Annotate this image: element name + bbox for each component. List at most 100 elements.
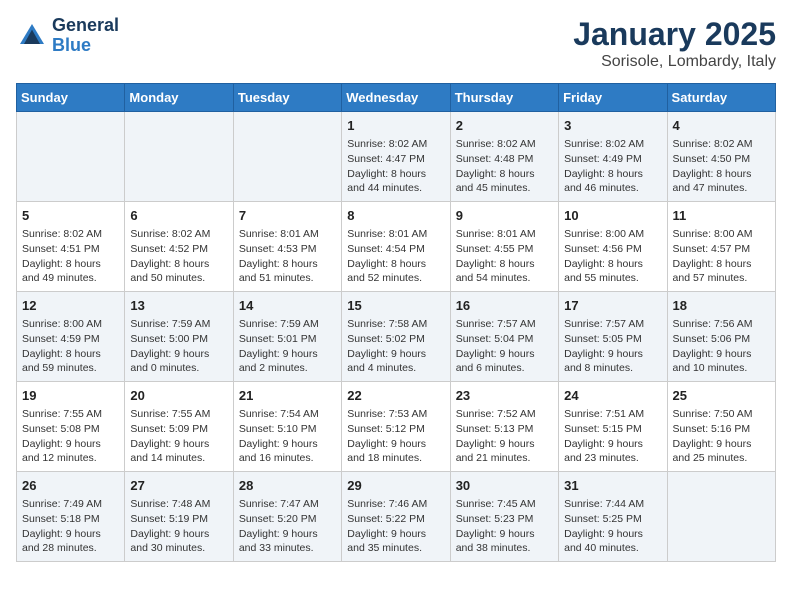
weekday-header-monday: Monday xyxy=(125,84,233,112)
day-number: 23 xyxy=(456,387,553,405)
day-info: Sunrise: 8:02 AM Sunset: 4:50 PM Dayligh… xyxy=(673,137,770,196)
calendar-week-row: 19Sunrise: 7:55 AM Sunset: 5:08 PM Dayli… xyxy=(17,382,776,472)
calendar-cell: 30 Sunrise: 7:45 AM Sunset: 5:23 PM Dayli… xyxy=(450,472,558,562)
weekday-header-tuesday: Tuesday xyxy=(233,84,341,112)
day-info: Sunrise: 8:01 AM Sunset: 4:54 PM Dayligh… xyxy=(347,227,444,286)
calendar-cell: 23 Sunrise: 7:52 AM Sunset: 5:13 PM Dayli… xyxy=(450,382,558,472)
calendar-table: SundayMondayTuesdayWednesdayThursdayFrid… xyxy=(16,83,776,562)
calendar-cell: 24Sunrise: 7:51 AM Sunset: 5:15 PM Dayli… xyxy=(559,382,667,472)
day-number: 30 xyxy=(456,477,553,495)
calendar-cell: 4Sunrise: 8:02 AM Sunset: 4:50 PM Daylig… xyxy=(667,112,775,202)
calendar-cell: 9 Sunrise: 8:01 AM Sunset: 4:55 PM Daylig… xyxy=(450,202,558,292)
calendar-cell: 13Sunrise: 7:59 AM Sunset: 5:00 PM Dayli… xyxy=(125,292,233,382)
calendar-cell: 25 Sunrise: 7:50 AM Sunset: 5:16 PM Dayli… xyxy=(667,382,775,472)
calendar-week-row: 1Sunrise: 8:02 AM Sunset: 4:47 PM Daylig… xyxy=(17,112,776,202)
day-number: 31 xyxy=(564,477,661,495)
weekday-header-sunday: Sunday xyxy=(17,84,125,112)
day-number: 19 xyxy=(22,387,119,405)
day-info: Sunrise: 8:02 AM Sunset: 4:52 PM Dayligh… xyxy=(130,227,227,286)
calendar-cell: 21 Sunrise: 7:54 AM Sunset: 5:10 PM Dayli… xyxy=(233,382,341,472)
day-number: 5 xyxy=(22,207,119,225)
calendar-cell: 10 Sunrise: 8:00 AM Sunset: 4:56 PM Dayli… xyxy=(559,202,667,292)
day-number: 12 xyxy=(22,297,119,315)
day-info: Sunrise: 7:46 AM Sunset: 5:22 PM Dayligh… xyxy=(347,497,444,556)
day-info: Sunrise: 7:50 AM Sunset: 5:16 PM Dayligh… xyxy=(673,407,770,466)
day-number: 9 xyxy=(456,207,553,225)
day-number: 28 xyxy=(239,477,336,495)
calendar-cell xyxy=(233,112,341,202)
day-info: Sunrise: 8:00 AM Sunset: 4:57 PM Dayligh… xyxy=(673,227,770,286)
weekday-header-saturday: Saturday xyxy=(667,84,775,112)
calendar-week-row: 5 Sunrise: 8:02 AM Sunset: 4:51 PM Daylig… xyxy=(17,202,776,292)
day-number: 17 xyxy=(564,297,661,315)
day-info: Sunrise: 8:02 AM Sunset: 4:48 PM Dayligh… xyxy=(456,137,553,196)
day-number: 21 xyxy=(239,387,336,405)
day-number: 6 xyxy=(130,207,227,225)
day-number: 11 xyxy=(673,207,770,225)
calendar-cell xyxy=(17,112,125,202)
day-number: 25 xyxy=(673,387,770,405)
day-number: 14 xyxy=(239,297,336,315)
calendar-cell xyxy=(125,112,233,202)
day-number: 13 xyxy=(130,297,227,315)
calendar-title: January 2025 xyxy=(573,16,776,53)
weekday-header-thursday: Thursday xyxy=(450,84,558,112)
day-info: Sunrise: 7:44 AM Sunset: 5:25 PM Dayligh… xyxy=(564,497,661,556)
day-info: Sunrise: 8:01 AM Sunset: 4:53 PM Dayligh… xyxy=(239,227,336,286)
weekday-header-wednesday: Wednesday xyxy=(342,84,450,112)
day-info: Sunrise: 7:52 AM Sunset: 5:13 PM Dayligh… xyxy=(456,407,553,466)
day-number: 10 xyxy=(564,207,661,225)
calendar-cell: 17Sunrise: 7:57 AM Sunset: 5:05 PM Dayli… xyxy=(559,292,667,382)
calendar-cell: 16Sunrise: 7:57 AM Sunset: 5:04 PM Dayli… xyxy=(450,292,558,382)
calendar-cell: 7 Sunrise: 8:01 AM Sunset: 4:53 PM Daylig… xyxy=(233,202,341,292)
day-number: 2 xyxy=(456,117,553,135)
weekday-header-friday: Friday xyxy=(559,84,667,112)
day-info: Sunrise: 8:00 AM Sunset: 4:59 PM Dayligh… xyxy=(22,317,119,376)
title-block: January 2025 Sorisole, Lombardy, Italy xyxy=(573,16,776,71)
day-number: 26 xyxy=(22,477,119,495)
calendar-cell: 2 Sunrise: 8:02 AM Sunset: 4:48 PM Daylig… xyxy=(450,112,558,202)
weekday-header-row: SundayMondayTuesdayWednesdayThursdayFrid… xyxy=(17,84,776,112)
calendar-cell xyxy=(667,472,775,562)
calendar-cell: 28Sunrise: 7:47 AM Sunset: 5:20 PM Dayli… xyxy=(233,472,341,562)
calendar-week-row: 12 Sunrise: 8:00 AM Sunset: 4:59 PM Dayli… xyxy=(17,292,776,382)
calendar-cell: 26 Sunrise: 7:49 AM Sunset: 5:18 PM Dayli… xyxy=(17,472,125,562)
day-number: 22 xyxy=(347,387,444,405)
calendar-subtitle: Sorisole, Lombardy, Italy xyxy=(573,53,776,71)
day-info: Sunrise: 7:54 AM Sunset: 5:10 PM Dayligh… xyxy=(239,407,336,466)
day-number: 24 xyxy=(564,387,661,405)
calendar-cell: 20 Sunrise: 7:55 AM Sunset: 5:09 PM Dayli… xyxy=(125,382,233,472)
calendar-cell: 14 Sunrise: 7:59 AM Sunset: 5:01 PM Dayli… xyxy=(233,292,341,382)
day-info: Sunrise: 7:48 AM Sunset: 5:19 PM Dayligh… xyxy=(130,497,227,556)
calendar-cell: 3 Sunrise: 8:02 AM Sunset: 4:49 PM Daylig… xyxy=(559,112,667,202)
logo: General Blue xyxy=(16,16,119,56)
day-number: 7 xyxy=(239,207,336,225)
logo-icon xyxy=(16,20,48,52)
day-info: Sunrise: 8:02 AM Sunset: 4:51 PM Dayligh… xyxy=(22,227,119,286)
calendar-cell: 6 Sunrise: 8:02 AM Sunset: 4:52 PM Daylig… xyxy=(125,202,233,292)
day-info: Sunrise: 8:01 AM Sunset: 4:55 PM Dayligh… xyxy=(456,227,553,286)
day-info: Sunrise: 7:53 AM Sunset: 5:12 PM Dayligh… xyxy=(347,407,444,466)
day-number: 29 xyxy=(347,477,444,495)
day-info: Sunrise: 8:02 AM Sunset: 4:49 PM Dayligh… xyxy=(564,137,661,196)
logo-line1: General xyxy=(52,16,119,36)
day-number: 3 xyxy=(564,117,661,135)
calendar-cell: 8Sunrise: 8:01 AM Sunset: 4:54 PM Daylig… xyxy=(342,202,450,292)
calendar-week-row: 26 Sunrise: 7:49 AM Sunset: 5:18 PM Dayli… xyxy=(17,472,776,562)
calendar-cell: 29 Sunrise: 7:46 AM Sunset: 5:22 PM Dayli… xyxy=(342,472,450,562)
day-number: 16 xyxy=(456,297,553,315)
day-info: Sunrise: 7:45 AM Sunset: 5:23 PM Dayligh… xyxy=(456,497,553,556)
day-number: 20 xyxy=(130,387,227,405)
day-info: Sunrise: 7:58 AM Sunset: 5:02 PM Dayligh… xyxy=(347,317,444,376)
day-info: Sunrise: 7:49 AM Sunset: 5:18 PM Dayligh… xyxy=(22,497,119,556)
day-number: 18 xyxy=(673,297,770,315)
day-info: Sunrise: 7:59 AM Sunset: 5:01 PM Dayligh… xyxy=(239,317,336,376)
day-info: Sunrise: 7:55 AM Sunset: 5:09 PM Dayligh… xyxy=(130,407,227,466)
day-info: Sunrise: 8:00 AM Sunset: 4:56 PM Dayligh… xyxy=(564,227,661,286)
day-number: 1 xyxy=(347,117,444,135)
day-number: 27 xyxy=(130,477,227,495)
calendar-cell: 12 Sunrise: 8:00 AM Sunset: 4:59 PM Dayli… xyxy=(17,292,125,382)
calendar-cell: 15Sunrise: 7:58 AM Sunset: 5:02 PM Dayli… xyxy=(342,292,450,382)
calendar-cell: 18Sunrise: 7:56 AM Sunset: 5:06 PM Dayli… xyxy=(667,292,775,382)
calendar-cell: 27 Sunrise: 7:48 AM Sunset: 5:19 PM Dayli… xyxy=(125,472,233,562)
